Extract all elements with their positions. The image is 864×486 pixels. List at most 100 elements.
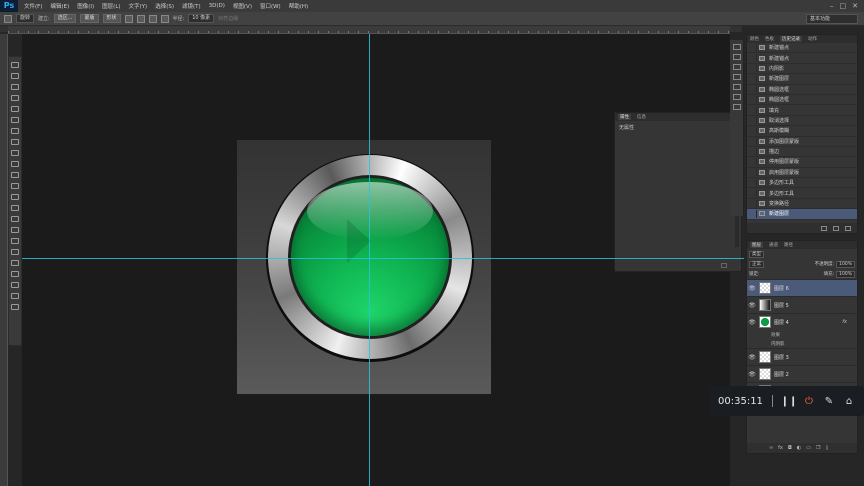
- trash-icon[interactable]: ▯: [825, 445, 828, 451]
- eye-icon[interactable]: 👁: [747, 371, 757, 378]
- path-ops-icon[interactable]: [124, 14, 133, 23]
- history-item[interactable]: 椭圆选框: [747, 95, 857, 106]
- history-source-checkbox[interactable]: [749, 106, 757, 115]
- crop-tool-icon[interactable]: [11, 106, 19, 112]
- ruler-horizontal[interactable]: [8, 26, 730, 34]
- history-item[interactable]: 描边: [747, 147, 857, 158]
- color-swatch-icon[interactable]: [11, 282, 19, 288]
- history-item[interactable]: 新建锚点: [747, 53, 857, 64]
- lasso-tool-icon[interactable]: [11, 84, 19, 90]
- history-source-checkbox[interactable]: [749, 74, 757, 83]
- tab-color[interactable]: 颜色: [750, 36, 759, 42]
- history-item[interactable]: 新建图层: [747, 74, 857, 85]
- tab-history[interactable]: 历史记录: [780, 36, 802, 42]
- history-source-checkbox[interactable]: [749, 189, 757, 198]
- layer-row[interactable]: 👁 图层 2: [747, 365, 857, 382]
- history-source-checkbox[interactable]: [749, 85, 757, 94]
- path-select-tool-icon[interactable]: [11, 238, 19, 244]
- fx-icon[interactable]: fx: [778, 445, 783, 451]
- tab-properties[interactable]: 属性: [618, 114, 631, 120]
- styles-panel-icon[interactable]: [732, 94, 741, 100]
- layer-effect-item[interactable]: 效果: [747, 330, 857, 339]
- history-item[interactable]: 多边形工具: [747, 178, 857, 189]
- path-arrange-icon[interactable]: [148, 14, 157, 23]
- history-source-checkbox[interactable]: [749, 178, 757, 187]
- pen-tool-icon[interactable]: [11, 216, 19, 222]
- history-item[interactable]: 填充: [747, 105, 857, 116]
- mask-button[interactable]: 蒙版: [80, 14, 99, 23]
- brush-tool-icon[interactable]: [11, 139, 19, 145]
- history-item[interactable]: 停用图层蒙版: [747, 157, 857, 168]
- tab-channels[interactable]: 通道: [769, 242, 778, 248]
- history-source-checkbox[interactable]: [749, 157, 757, 166]
- workspace-select[interactable]: 基本功能: [806, 14, 858, 24]
- history-item[interactable]: 新建图层: [747, 209, 857, 220]
- blend-mode-select[interactable]: 正常: [749, 260, 764, 268]
- fill-input[interactable]: 100%: [836, 270, 855, 278]
- tab-swatches[interactable]: 色板: [765, 36, 774, 42]
- trash-icon[interactable]: [721, 263, 727, 268]
- zoom-tool-icon[interactable]: [11, 271, 19, 277]
- layer-effect-item[interactable]: 内阴影: [747, 339, 857, 348]
- type-tool-icon[interactable]: [11, 227, 19, 233]
- paragraph-panel-icon[interactable]: [732, 54, 741, 60]
- history-item[interactable]: 变换路径: [747, 199, 857, 210]
- mode-select[interactable]: 旋转: [16, 14, 35, 23]
- radius-input[interactable]: 10 像素: [188, 14, 215, 23]
- adjustment-icon[interactable]: ◐: [797, 445, 801, 451]
- adjustments-panel-icon[interactable]: [732, 84, 741, 90]
- pause-icon[interactable]: ❙❙: [779, 396, 799, 407]
- history-source-checkbox[interactable]: [749, 116, 757, 125]
- menu-view[interactable]: 视图(V): [229, 2, 256, 10]
- selection-button[interactable]: 选区...: [53, 14, 77, 23]
- layer-row[interactable]: 👁 图层 3: [747, 348, 857, 365]
- character-panel-icon[interactable]: [732, 44, 741, 50]
- history-source-checkbox[interactable]: [749, 199, 757, 208]
- history-item[interactable]: 多边形工具: [747, 188, 857, 199]
- history-source-checkbox[interactable]: [749, 54, 757, 63]
- pen-icon[interactable]: ✎: [819, 396, 839, 407]
- shape-button[interactable]: 形状: [102, 14, 121, 23]
- layer-row[interactable]: 👁 图层 5: [747, 296, 857, 313]
- brush-panel-icon[interactable]: [732, 64, 741, 70]
- history-item[interactable]: 内阴影: [747, 64, 857, 75]
- menu-type[interactable]: 文字(Y): [125, 2, 152, 10]
- history-item[interactable]: 椭圆选框: [747, 85, 857, 95]
- menu-layer[interactable]: 图层(L): [98, 2, 124, 10]
- opacity-input[interactable]: 100%: [836, 260, 855, 268]
- tab-paths[interactable]: 路径: [784, 242, 793, 248]
- gradient-tool-icon[interactable]: [11, 183, 19, 189]
- stamp-tool-icon[interactable]: [11, 150, 19, 156]
- menu-filter[interactable]: 滤镜(T): [178, 2, 205, 10]
- move-tool-icon[interactable]: [11, 62, 19, 68]
- blur-tool-icon[interactable]: [11, 194, 19, 200]
- mask-icon[interactable]: ◘: [788, 445, 792, 451]
- menu-image[interactable]: 图像(I): [73, 2, 98, 10]
- history-item[interactable]: 新建锚点: [747, 43, 857, 54]
- gear-icon[interactable]: [160, 14, 169, 23]
- folder-icon[interactable]: ▭: [806, 445, 811, 451]
- new-document-icon[interactable]: [821, 225, 827, 231]
- ruler-vertical[interactable]: [0, 34, 8, 486]
- hand-tool-icon[interactable]: [11, 260, 19, 266]
- layer-row[interactable]: 👁 图层 6: [747, 279, 857, 296]
- minimize-icon[interactable]: –: [830, 2, 834, 10]
- align-edges-checkbox[interactable]: 对齐边缘: [218, 15, 238, 22]
- stop-icon[interactable]: ⏻: [799, 396, 819, 407]
- tab-actions[interactable]: 动作: [808, 36, 817, 42]
- trash-icon[interactable]: [845, 225, 851, 231]
- menu-help[interactable]: 帮助(H): [285, 2, 312, 10]
- history-source-checkbox[interactable]: [749, 168, 757, 177]
- home-icon[interactable]: ⌂: [839, 396, 859, 407]
- history-source-checkbox[interactable]: [749, 43, 757, 52]
- quick-select-tool-icon[interactable]: [11, 95, 19, 101]
- guide-horizontal[interactable]: [22, 258, 614, 259]
- tool-preset-icon[interactable]: [4, 14, 12, 23]
- history-item[interactable]: 高斯模糊: [747, 126, 857, 137]
- link-icon[interactable]: ∞: [769, 445, 773, 451]
- layer-fx-badge[interactable]: fx: [842, 319, 847, 325]
- history-source-checkbox[interactable]: [749, 137, 757, 146]
- quick-mask-icon[interactable]: [11, 293, 19, 299]
- maximize-icon[interactable]: □: [840, 2, 847, 10]
- history-item[interactable]: 添加图层蒙版: [747, 137, 857, 147]
